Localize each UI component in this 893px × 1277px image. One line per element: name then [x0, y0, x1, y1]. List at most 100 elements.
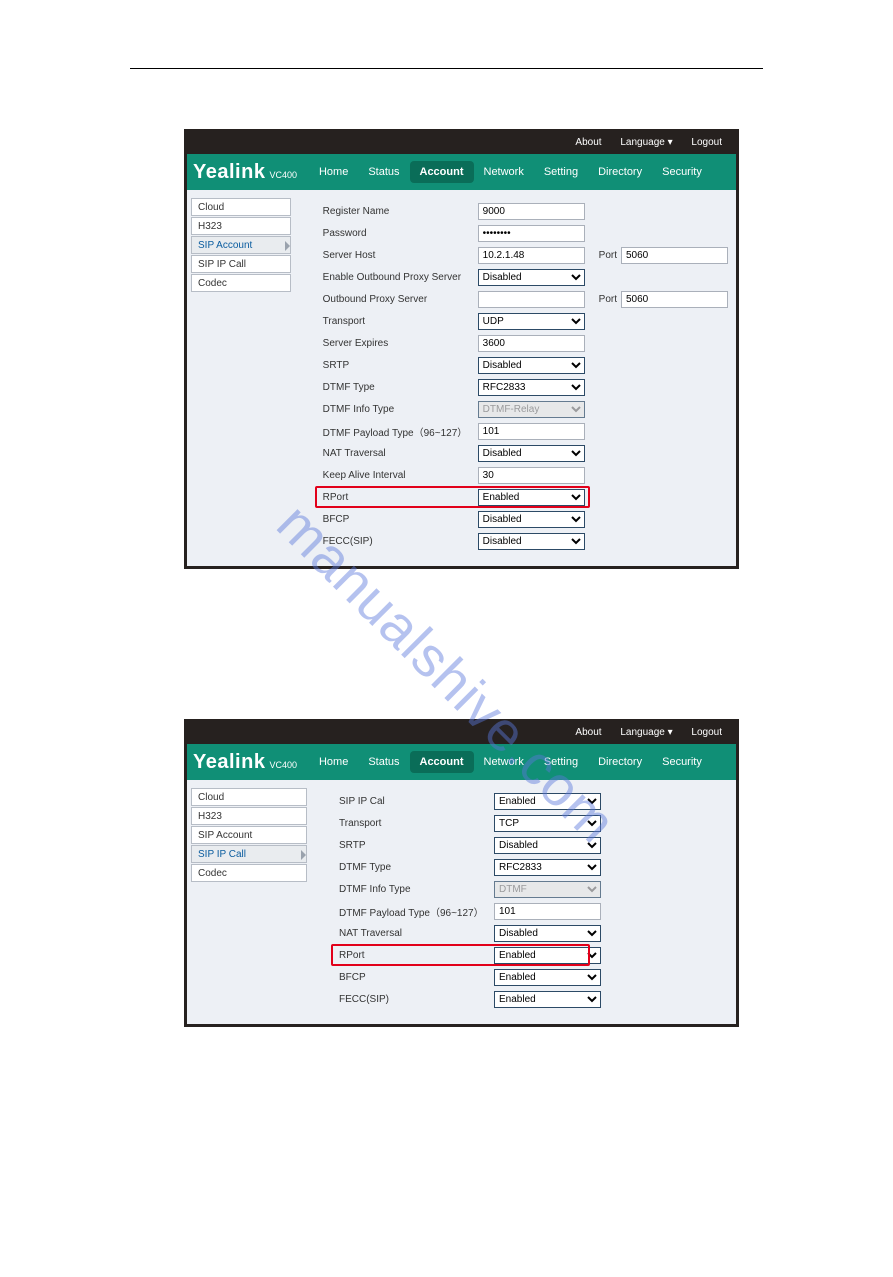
- keep-alive-label: Keep Alive Interval: [323, 470, 478, 481]
- brand-sub: VC400: [269, 170, 297, 180]
- server-host-input[interactable]: [478, 247, 585, 264]
- top-bar: About Language ▾ Logout: [187, 722, 736, 744]
- dtmf-payload-input[interactable]: [478, 423, 585, 440]
- proxy-server-label: Outbound Proxy Server: [323, 294, 478, 305]
- srtp-select[interactable]: Disabled: [494, 837, 601, 854]
- logout-link[interactable]: Logout: [691, 727, 722, 738]
- language-menu[interactable]: Language ▾: [620, 137, 672, 148]
- sidebar-item-sip-account[interactable]: SIP Account: [191, 236, 291, 254]
- sidebar: Cloud H323 SIP Account SIP IP Call Codec: [191, 198, 291, 552]
- main-menu-bar: Yealink VC400 Home Status Account Networ…: [187, 744, 736, 780]
- sidebar-item-sip-ip-call[interactable]: SIP IP Call: [191, 255, 291, 273]
- server-expires-input[interactable]: [478, 335, 585, 352]
- sidebar-item-cloud[interactable]: Cloud: [191, 788, 307, 806]
- language-menu[interactable]: Language ▾: [620, 727, 672, 738]
- tab-account[interactable]: Account: [410, 751, 474, 773]
- tab-setting[interactable]: Setting: [534, 161, 588, 183]
- screenshot-sip-account: About Language ▾ Logout Yealink VC400 Ho…: [184, 129, 739, 569]
- sidebar-item-sip-account[interactable]: SIP Account: [191, 826, 307, 844]
- sip-ip-call-label: SIP IP Cal: [339, 796, 494, 807]
- rport-label: RPort: [323, 492, 478, 503]
- tab-directory[interactable]: Directory: [588, 751, 652, 773]
- rport-select[interactable]: Enabled: [478, 489, 585, 506]
- server-host-port-input[interactable]: [621, 247, 728, 264]
- sip-account-form: Register Name Password Server Host Port: [291, 198, 728, 552]
- tab-status[interactable]: Status: [358, 751, 409, 773]
- sidebar: Cloud H323 SIP Account SIP IP Call Codec: [191, 788, 307, 1010]
- tab-home[interactable]: Home: [309, 751, 358, 773]
- tab-status[interactable]: Status: [358, 161, 409, 183]
- brand-logo: Yealink VC400: [193, 161, 297, 184]
- dtmf-info-type-select: DTMF: [494, 881, 601, 898]
- sip-ip-call-select[interactable]: Enabled: [494, 793, 601, 810]
- sidebar-item-codec[interactable]: Codec: [191, 864, 307, 882]
- main-menu-bar: Yealink VC400 Home Status Account Networ…: [187, 154, 736, 190]
- tab-security[interactable]: Security: [652, 751, 712, 773]
- bfcp-label: BFCP: [339, 972, 494, 983]
- sidebar-item-cloud[interactable]: Cloud: [191, 198, 291, 216]
- page-top-rule: [130, 68, 763, 69]
- register-name-input[interactable]: [478, 203, 585, 220]
- dtmf-type-select[interactable]: RFC2833: [494, 859, 601, 876]
- about-link[interactable]: About: [575, 137, 601, 148]
- sidebar-item-codec[interactable]: Codec: [191, 274, 291, 292]
- proxy-server-port-input[interactable]: [621, 291, 728, 308]
- bfcp-select[interactable]: Enabled: [494, 969, 601, 986]
- srtp-label: SRTP: [323, 360, 478, 371]
- dtmf-payload-label: DTMF Payload Type（96~127）: [323, 424, 478, 439]
- sidebar-item-sip-ip-call[interactable]: SIP IP Call: [191, 845, 307, 863]
- transport-select[interactable]: TCP: [494, 815, 601, 832]
- register-name-label: Register Name: [323, 206, 478, 217]
- dtmf-payload-label: DTMF Payload Type（96~127）: [339, 904, 494, 919]
- fecc-label: FECC(SIP): [339, 994, 494, 1005]
- brand-sub: VC400: [269, 760, 297, 770]
- nat-traversal-label: NAT Traversal: [323, 448, 478, 459]
- fecc-select[interactable]: Enabled: [494, 991, 601, 1008]
- tab-security[interactable]: Security: [652, 161, 712, 183]
- brand-logo: Yealink VC400: [193, 751, 297, 774]
- bfcp-select[interactable]: Disabled: [478, 511, 585, 528]
- tab-directory[interactable]: Directory: [588, 161, 652, 183]
- transport-label: Transport: [339, 818, 494, 829]
- tab-network[interactable]: Network: [474, 751, 534, 773]
- server-host-port-label: Port: [599, 250, 617, 261]
- tab-setting[interactable]: Setting: [534, 751, 588, 773]
- about-link[interactable]: About: [575, 727, 601, 738]
- tab-account[interactable]: Account: [410, 161, 474, 183]
- dtmf-info-type-label: DTMF Info Type: [339, 884, 494, 895]
- password-input[interactable]: [478, 225, 585, 242]
- dtmf-payload-input[interactable]: [494, 903, 601, 920]
- server-host-label: Server Host: [323, 250, 478, 261]
- brand-main: Yealink: [193, 161, 265, 184]
- password-label: Password: [323, 228, 478, 239]
- keep-alive-input[interactable]: [478, 467, 585, 484]
- dtmf-type-select[interactable]: RFC2833: [478, 379, 585, 396]
- rport-select[interactable]: Enabled: [494, 947, 601, 964]
- fecc-select[interactable]: Disabled: [478, 533, 585, 550]
- srtp-label: SRTP: [339, 840, 494, 851]
- sidebar-item-h323[interactable]: H323: [191, 807, 307, 825]
- screenshot-sip-ip-call: About Language ▾ Logout Yealink VC400 Ho…: [184, 719, 739, 1027]
- transport-select[interactable]: UDP: [478, 313, 585, 330]
- dtmf-type-label: DTMF Type: [339, 862, 494, 873]
- top-bar: About Language ▾ Logout: [187, 132, 736, 154]
- proxy-server-port-label: Port: [599, 294, 617, 305]
- nat-traversal-label: NAT Traversal: [339, 928, 494, 939]
- dtmf-type-label: DTMF Type: [323, 382, 478, 393]
- rport-label: RPort: [339, 950, 494, 961]
- proxy-server-input[interactable]: [478, 291, 585, 308]
- sidebar-item-h323[interactable]: H323: [191, 217, 291, 235]
- nat-traversal-select[interactable]: Disabled: [478, 445, 585, 462]
- fecc-label: FECC(SIP): [323, 536, 478, 547]
- bfcp-label: BFCP: [323, 514, 478, 525]
- transport-label: Transport: [323, 316, 478, 327]
- tab-network[interactable]: Network: [474, 161, 534, 183]
- logout-link[interactable]: Logout: [691, 137, 722, 148]
- dtmf-info-type-label: DTMF Info Type: [323, 404, 478, 415]
- srtp-select[interactable]: Disabled: [478, 357, 585, 374]
- nat-traversal-select[interactable]: Disabled: [494, 925, 601, 942]
- enable-proxy-select[interactable]: Disabled: [478, 269, 585, 286]
- server-expires-label: Server Expires: [323, 338, 478, 349]
- dtmf-info-type-select: DTMF-Relay: [478, 401, 585, 418]
- tab-home[interactable]: Home: [309, 161, 358, 183]
